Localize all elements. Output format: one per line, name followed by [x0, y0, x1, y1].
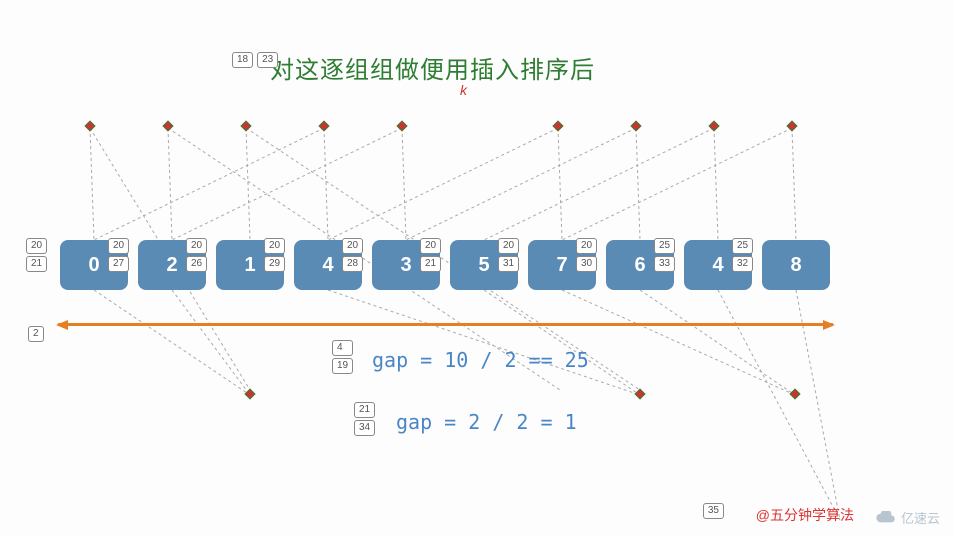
gap-formula-1: gap = 10 / 2 == 25 [372, 348, 589, 372]
label-18: 18 [232, 52, 253, 68]
diagram-title: 对这逐组组做便用插入排序后 [270, 50, 595, 85]
accent-char: k [460, 82, 467, 98]
label-35: 35 [703, 503, 724, 519]
array-row: 0 2 1 4 3 5 7 6 4 8 [60, 240, 830, 290]
arrow-left-label: 2 [28, 326, 44, 342]
label-23: 23 [257, 52, 278, 68]
gap-formula-2: gap = 2 / 2 = 1 [396, 410, 577, 434]
watermark-logo: 亿速云 [875, 508, 940, 527]
gap2-tags: 21 34 [354, 402, 375, 436]
span-arrow [58, 323, 833, 326]
top-label-group: 18 23 [232, 52, 278, 68]
author-credit: @五分钟学算法 [756, 505, 854, 525]
array-cell: 8 [762, 240, 830, 290]
gap1-tags: 4 19 [332, 340, 353, 374]
